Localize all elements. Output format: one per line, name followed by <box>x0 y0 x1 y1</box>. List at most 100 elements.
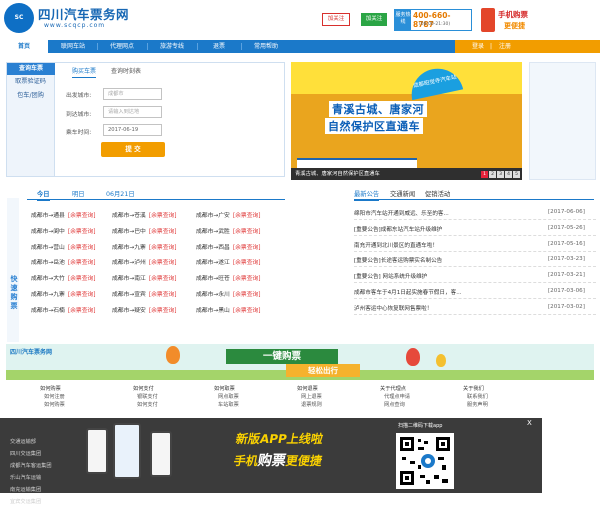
mobile-ticket-promo[interactable]: 手机购票 更便捷 <box>481 8 551 34</box>
route-name[interactable]: 成都市→九寨 <box>31 292 65 298</box>
footer-link[interactable]: 如何注册 <box>40 393 65 401</box>
footer-link[interactable]: 代理点申请 <box>380 393 410 401</box>
news-title[interactable]: 成都市客车于4月1日起实施春节假日，客... <box>354 288 462 296</box>
remaining-ticket-link[interactable]: [余票查询] <box>68 213 96 219</box>
remaining-ticket-link[interactable]: [余票查询] <box>233 260 261 266</box>
footer-column-title[interactable]: 如何退票 <box>297 385 322 393</box>
footer-column-title[interactable]: 如何支付 <box>133 385 158 393</box>
footer-column-title[interactable]: 关于我们 <box>463 385 488 393</box>
remaining-ticket-link[interactable]: [余票查询] <box>68 260 96 266</box>
tab-date[interactable]: 06月21日 <box>106 189 135 198</box>
footer-link[interactable]: 网点查询 <box>380 401 410 409</box>
login-link[interactable]: 登录 <box>472 40 484 53</box>
remaining-ticket-link[interactable]: [余票查询] <box>149 276 177 282</box>
news-title[interactable]: 南充开通到北川景区的直通车啦！ <box>354 241 438 249</box>
route-item[interactable]: 成都市→九寨 [余票查询] <box>112 242 177 251</box>
footer-link[interactable]: 服务声明 <box>463 401 488 409</box>
remaining-ticket-link[interactable]: [余票查询] <box>233 276 261 282</box>
remaining-ticket-link[interactable]: [余票查询] <box>233 229 261 235</box>
nav-refund[interactable]: 退票 <box>198 40 240 53</box>
from-city-input[interactable]: 成都市 <box>103 88 162 100</box>
route-item[interactable]: 成都市→黑山 [余票查询] <box>196 305 261 314</box>
footer-link[interactable]: 网上退票 <box>297 393 322 401</box>
news-title[interactable]: 绵阳市汽车站开通到威远、乐至的客... <box>354 209 449 217</box>
remaining-ticket-link[interactable]: [余票查询] <box>68 229 96 235</box>
route-name[interactable]: 成都市→南江 <box>112 276 146 282</box>
to-city-input[interactable]: 请输入到达地 <box>103 106 162 118</box>
route-item[interactable]: 成都市→西昌 [余票查询] <box>196 242 261 251</box>
banner-page-3[interactable]: 3 <box>497 171 504 178</box>
route-item[interactable]: 成都市→南江 [余票查询] <box>112 273 177 282</box>
friend-link[interactable]: 四川交运集团 <box>10 448 52 460</box>
remaining-ticket-link[interactable]: [余票查询] <box>68 292 96 298</box>
route-name[interactable]: 成都市→武胜 <box>196 229 230 235</box>
tab-announcements[interactable]: 最新公告 <box>354 189 380 201</box>
banner-page-2[interactable]: 2 <box>489 171 496 178</box>
tab-tomorrow[interactable]: 明日 <box>72 189 85 198</box>
side-ad[interactable] <box>529 62 596 180</box>
news-title[interactable]: [重要公告]长途客运购票实名制公告 <box>354 256 442 264</box>
route-name[interactable]: 成都市→苍溪 <box>112 213 146 219</box>
remaining-ticket-link[interactable]: [余票查询] <box>149 292 177 298</box>
remaining-ticket-link[interactable]: [余票查询] <box>149 308 177 314</box>
banner-page-4[interactable]: 4 <box>505 171 512 178</box>
route-item[interactable]: 成都市→阆中 [余票查询] <box>31 226 96 235</box>
route-name[interactable]: 成都市→疑安 <box>112 308 146 314</box>
route-name[interactable]: 成都市→遂江 <box>196 260 230 266</box>
remaining-ticket-link[interactable]: [余票查询] <box>233 213 261 219</box>
remaining-ticket-link[interactable]: [余票查询] <box>149 245 177 251</box>
friend-link[interactable]: 交通运输部 <box>10 436 52 448</box>
route-item[interactable]: 成都市→旺苍 [余票查询] <box>196 273 261 282</box>
route-item[interactable]: 成都市→苍溪 [余票查询] <box>112 210 177 219</box>
sidebar-item-verify-code[interactable]: 取票验证码 <box>7 75 54 89</box>
friend-link[interactable]: 宜宾交运集团 <box>10 496 52 508</box>
nav-home[interactable]: 首页 <box>0 40 48 53</box>
route-item[interactable]: 成都市→大竹 [余票查询] <box>31 273 96 282</box>
route-item[interactable]: 成都市→永川 [余票查询] <box>196 289 261 298</box>
route-name[interactable]: 成都市→巴中 <box>112 229 146 235</box>
route-name[interactable]: 成都市→大竹 <box>31 276 65 282</box>
route-name[interactable]: 成都市→旺苍 <box>196 276 230 282</box>
route-name[interactable]: 成都市→九寨 <box>112 245 146 251</box>
footer-column-title[interactable]: 关于代理点 <box>380 385 410 393</box>
route-item[interactable]: 成都市→石楠 [余票查询] <box>31 305 96 314</box>
remaining-ticket-link[interactable]: [余票查询] <box>149 260 177 266</box>
remaining-ticket-link[interactable]: [余票查询] <box>68 308 96 314</box>
tab-query-ticket[interactable]: 查询车票 <box>7 63 55 75</box>
tab-promotions[interactable]: 促销活动 <box>425 189 450 198</box>
banner-page-5[interactable]: 5 <box>513 171 520 178</box>
route-item[interactable]: 成都市→岳池 [余票查询] <box>31 257 96 266</box>
nav-stations[interactable]: 联网车站 <box>50 40 96 53</box>
footer-column-title[interactable]: 如何购票 <box>40 385 65 393</box>
route-name[interactable]: 成都市→岳池 <box>31 260 65 266</box>
remaining-ticket-link[interactable]: [余票查询] <box>233 308 261 314</box>
quick-buy-banner[interactable]: 四川汽车票务网 一键购票 轻松出行 <box>6 344 594 380</box>
route-name[interactable]: 成都市→黑山 <box>196 308 230 314</box>
route-item[interactable]: 成都市→武胜 [余票查询] <box>196 226 261 235</box>
friend-link[interactable]: 南充运输集团 <box>10 484 52 496</box>
tab-traffic-news[interactable]: 交通新闻 <box>390 189 415 198</box>
route-name[interactable]: 成都市→通县 <box>31 213 65 219</box>
route-item[interactable]: 成都市→宣宾 [余票查询] <box>112 289 177 298</box>
footer-link[interactable]: 退票规则 <box>297 401 322 409</box>
news-title[interactable]: [重要公告] 网站系统升级维护 <box>354 272 427 280</box>
nav-agents[interactable]: 代理网点 <box>98 40 146 53</box>
route-name[interactable]: 成都市→永川 <box>196 292 230 298</box>
route-name[interactable]: 成都市→营山 <box>31 245 65 251</box>
remaining-ticket-link[interactable]: [余票查询] <box>68 276 96 282</box>
remaining-ticket-link[interactable]: [余票查询] <box>233 292 261 298</box>
promo-banner[interactable]: 成都昭觉寺汽车站 青溪古城、唐家河 自然保护区直通车 <box>291 62 522 168</box>
route-name[interactable]: 成都市→西昌 <box>196 245 230 251</box>
close-icon[interactable]: X <box>527 419 532 427</box>
news-title[interactable]: 泸州客运中心恢复联网售票啦！ <box>354 304 432 312</box>
footer-link[interactable]: 联系我们 <box>463 393 488 401</box>
nav-help[interactable]: 常用帮助 <box>242 40 290 53</box>
route-name[interactable]: 成都市→广安 <box>196 213 230 219</box>
route-item[interactable]: 成都市→九寨 [余票查询] <box>31 289 96 298</box>
weibo-follow-button[interactable]: 加关注 <box>322 13 350 26</box>
route-item[interactable]: 成都市→通县 [余票查询] <box>31 210 96 219</box>
site-title[interactable]: 四川汽车票务网 <box>38 4 129 23</box>
friend-link[interactable]: 乐山汽车运输 <box>10 472 52 484</box>
tab-today[interactable]: 今日 <box>37 189 50 201</box>
route-item[interactable]: 成都市→广安 [余票查询] <box>196 210 261 219</box>
